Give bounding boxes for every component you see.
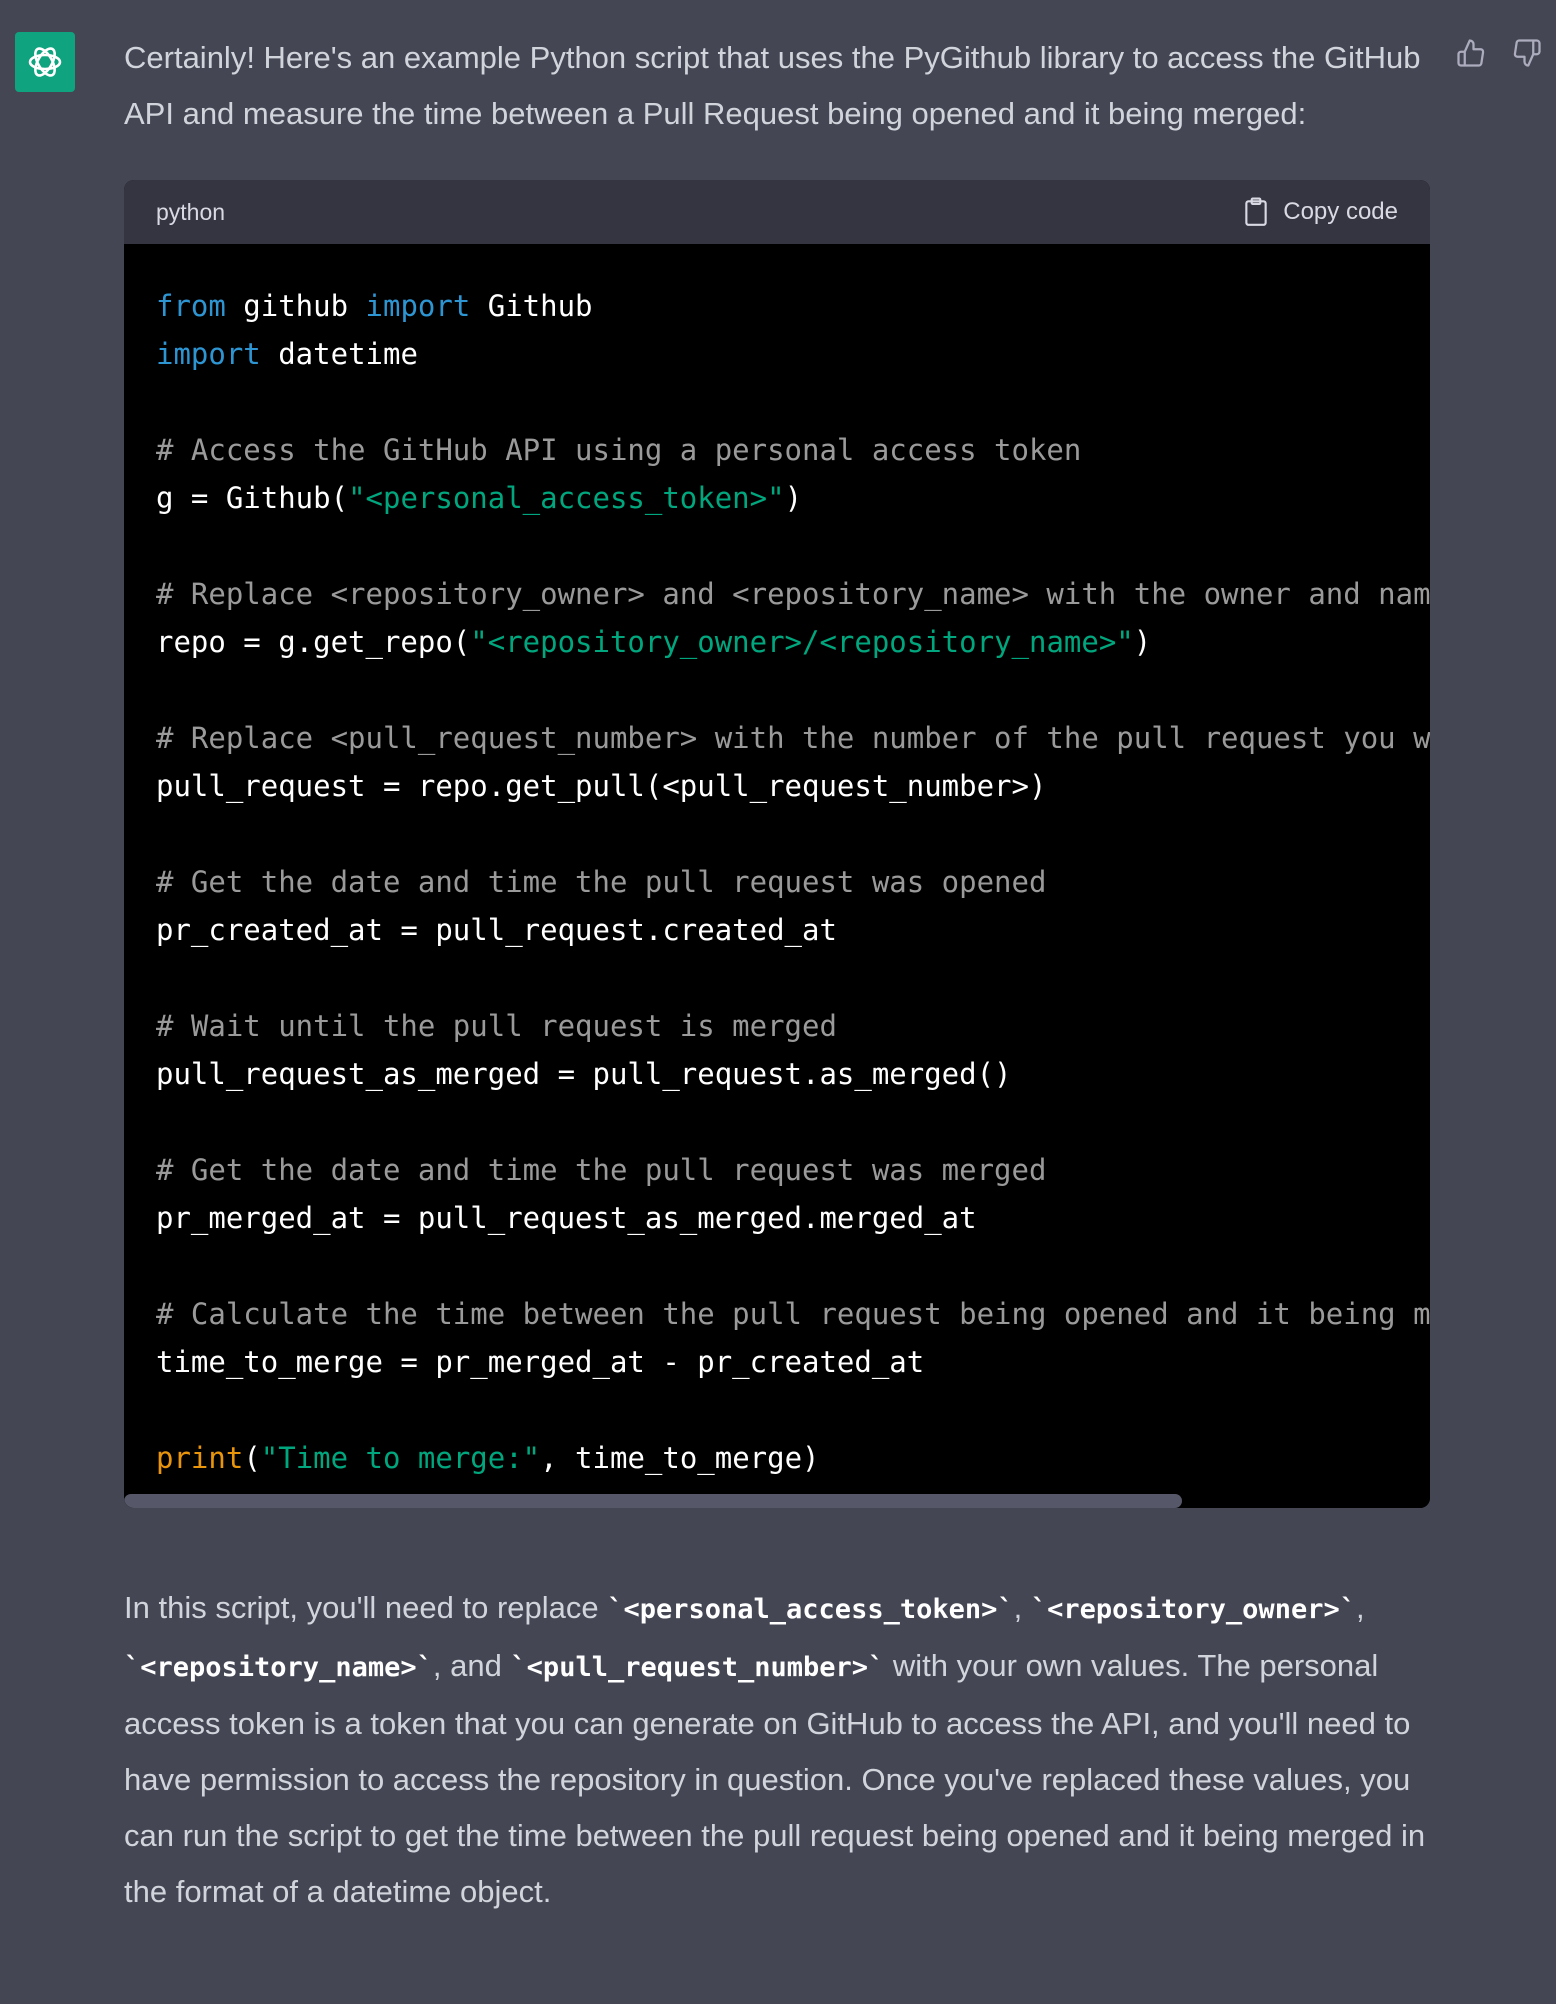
code-line: time_to_merge = pr_merged_at - pr_create… [156,1345,924,1379]
message-intro-text: Certainly! Here's an example Python scri… [124,40,1421,131]
code-line: repo = g.get_repo("<repository_owner>/<r… [156,625,1151,659]
code-line: from github import Github [156,289,593,323]
code-token: # Access the GitHub API using a personal… [156,433,1082,467]
feedback-buttons [1454,36,1544,70]
code-token: github [225,289,366,323]
code-token: # Replace <pull_request_number> with the… [156,721,1430,755]
code-token: Github [470,289,593,323]
outro-text-5: with your own values. The personal acces… [124,1648,1426,1909]
code-token: pull_request_as_merged = pull_request.as… [156,1057,1012,1091]
code-token: # Get the date and time the pull request… [156,865,1047,899]
code-line: pr_created_at = pull_request.created_at [156,913,837,947]
code-line: # Calculate the time between the pull re… [156,1297,1430,1331]
code-line: # Access the GitHub API using a personal… [156,433,1081,467]
code-token: import [365,289,471,323]
code-token: pr_merged_at = pull_request_as_merged.me… [156,1201,977,1235]
code-line: # Replace <repository_owner> and <reposi… [156,577,1430,611]
thumbs-up-button[interactable] [1454,36,1488,70]
code-token: # Replace <repository_owner> and <reposi… [156,577,1430,611]
code-token: , time_to_merge) [540,1441,820,1475]
outro-text-1: In this script, you'll need to replace [124,1590,608,1625]
horizontal-scrollbar-track [124,1494,1430,1508]
code-line: pr_merged_at = pull_request_as_merged.me… [156,1201,977,1235]
clipboard-icon [1245,197,1267,226]
code-language-label: python [156,198,226,225]
thumbs-down-icon [1513,39,1541,67]
message-outro-text: In this script, you'll need to replace `… [124,1580,1430,1920]
code-token: from [156,289,226,323]
code-line: # Get the date and time the pull request… [156,865,1046,899]
code-block: python Copy code from github import Gith… [124,180,1430,1508]
code-line: pull_request = repo.get_pull(<pull_reque… [156,769,1046,803]
code-line: g = Github("<personal_access_token>") [156,481,802,515]
assistant-message: Certainly! Here's an example Python scri… [124,30,1430,1920]
code-token: time_to_merge = pr_merged_at - pr_create… [156,1345,925,1379]
horizontal-scrollbar-thumb[interactable] [124,1494,1182,1508]
code-line: import datetime [156,337,418,371]
copy-code-button[interactable]: Copy code [1243,197,1398,227]
outro-text-3: , [1355,1590,1365,1625]
outro-text-4: , and [432,1648,511,1683]
code-token: # Wait until the pull request is merged [156,1009,837,1043]
code-token: pull_request = repo.get_pull(<pull_reque… [156,769,1047,803]
code-token: # Calculate the time between the pull re… [156,1297,1430,1331]
code-token: import [156,337,261,371]
code-lines: from github import Github import datetim… [156,289,1430,1475]
thumbs-up-icon [1457,39,1485,67]
code-token: ( [243,1441,261,1475]
openai-logo-icon [28,47,62,77]
code-token: g = Github( [156,481,349,515]
code-line: # Wait until the pull request is merged [156,1009,837,1043]
code-line: print("Time to merge:", time_to_merge) [156,1441,820,1475]
code-block-header: python Copy code [124,180,1430,244]
code-token: "<personal_access_token>" [348,481,785,515]
code-line: # Get the date and time the pull request… [156,1153,1046,1187]
code-token: ) [784,481,803,515]
inline-code-personal-access-token: `<personal_access_token>` [607,1594,1014,1625]
code-token: datetime [260,337,418,371]
assistant-avatar [15,32,75,92]
code-token: print [156,1441,244,1475]
code-token: "Time to merge:" [260,1441,541,1475]
code-line: pull_request_as_merged = pull_request.as… [156,1057,1012,1091]
code-token: ) [1133,625,1152,659]
code-content: from github import Github import datetim… [124,244,1430,1482]
copy-code-label: Copy code [1283,198,1398,225]
code-token: repo = g.get_repo( [156,625,471,659]
code-body: from github import Github import datetim… [124,244,1430,1508]
outro-text-2: , [1013,1590,1031,1625]
thumbs-down-button[interactable] [1510,36,1544,70]
inline-code-repository-name: `<repository_name>` [124,1652,433,1683]
code-token: "<repository_owner>/<repository_name>" [470,625,1134,659]
code-line: # Replace <pull_request_number> with the… [156,721,1430,755]
code-token: # Get the date and time the pull request… [156,1153,1047,1187]
code-token: pr_created_at = pull_request.created_at [156,913,837,947]
inline-code-pull-request-number: `<pull_request_number>` [510,1652,885,1683]
inline-code-repository-owner: `<repository_owner>` [1030,1594,1356,1625]
